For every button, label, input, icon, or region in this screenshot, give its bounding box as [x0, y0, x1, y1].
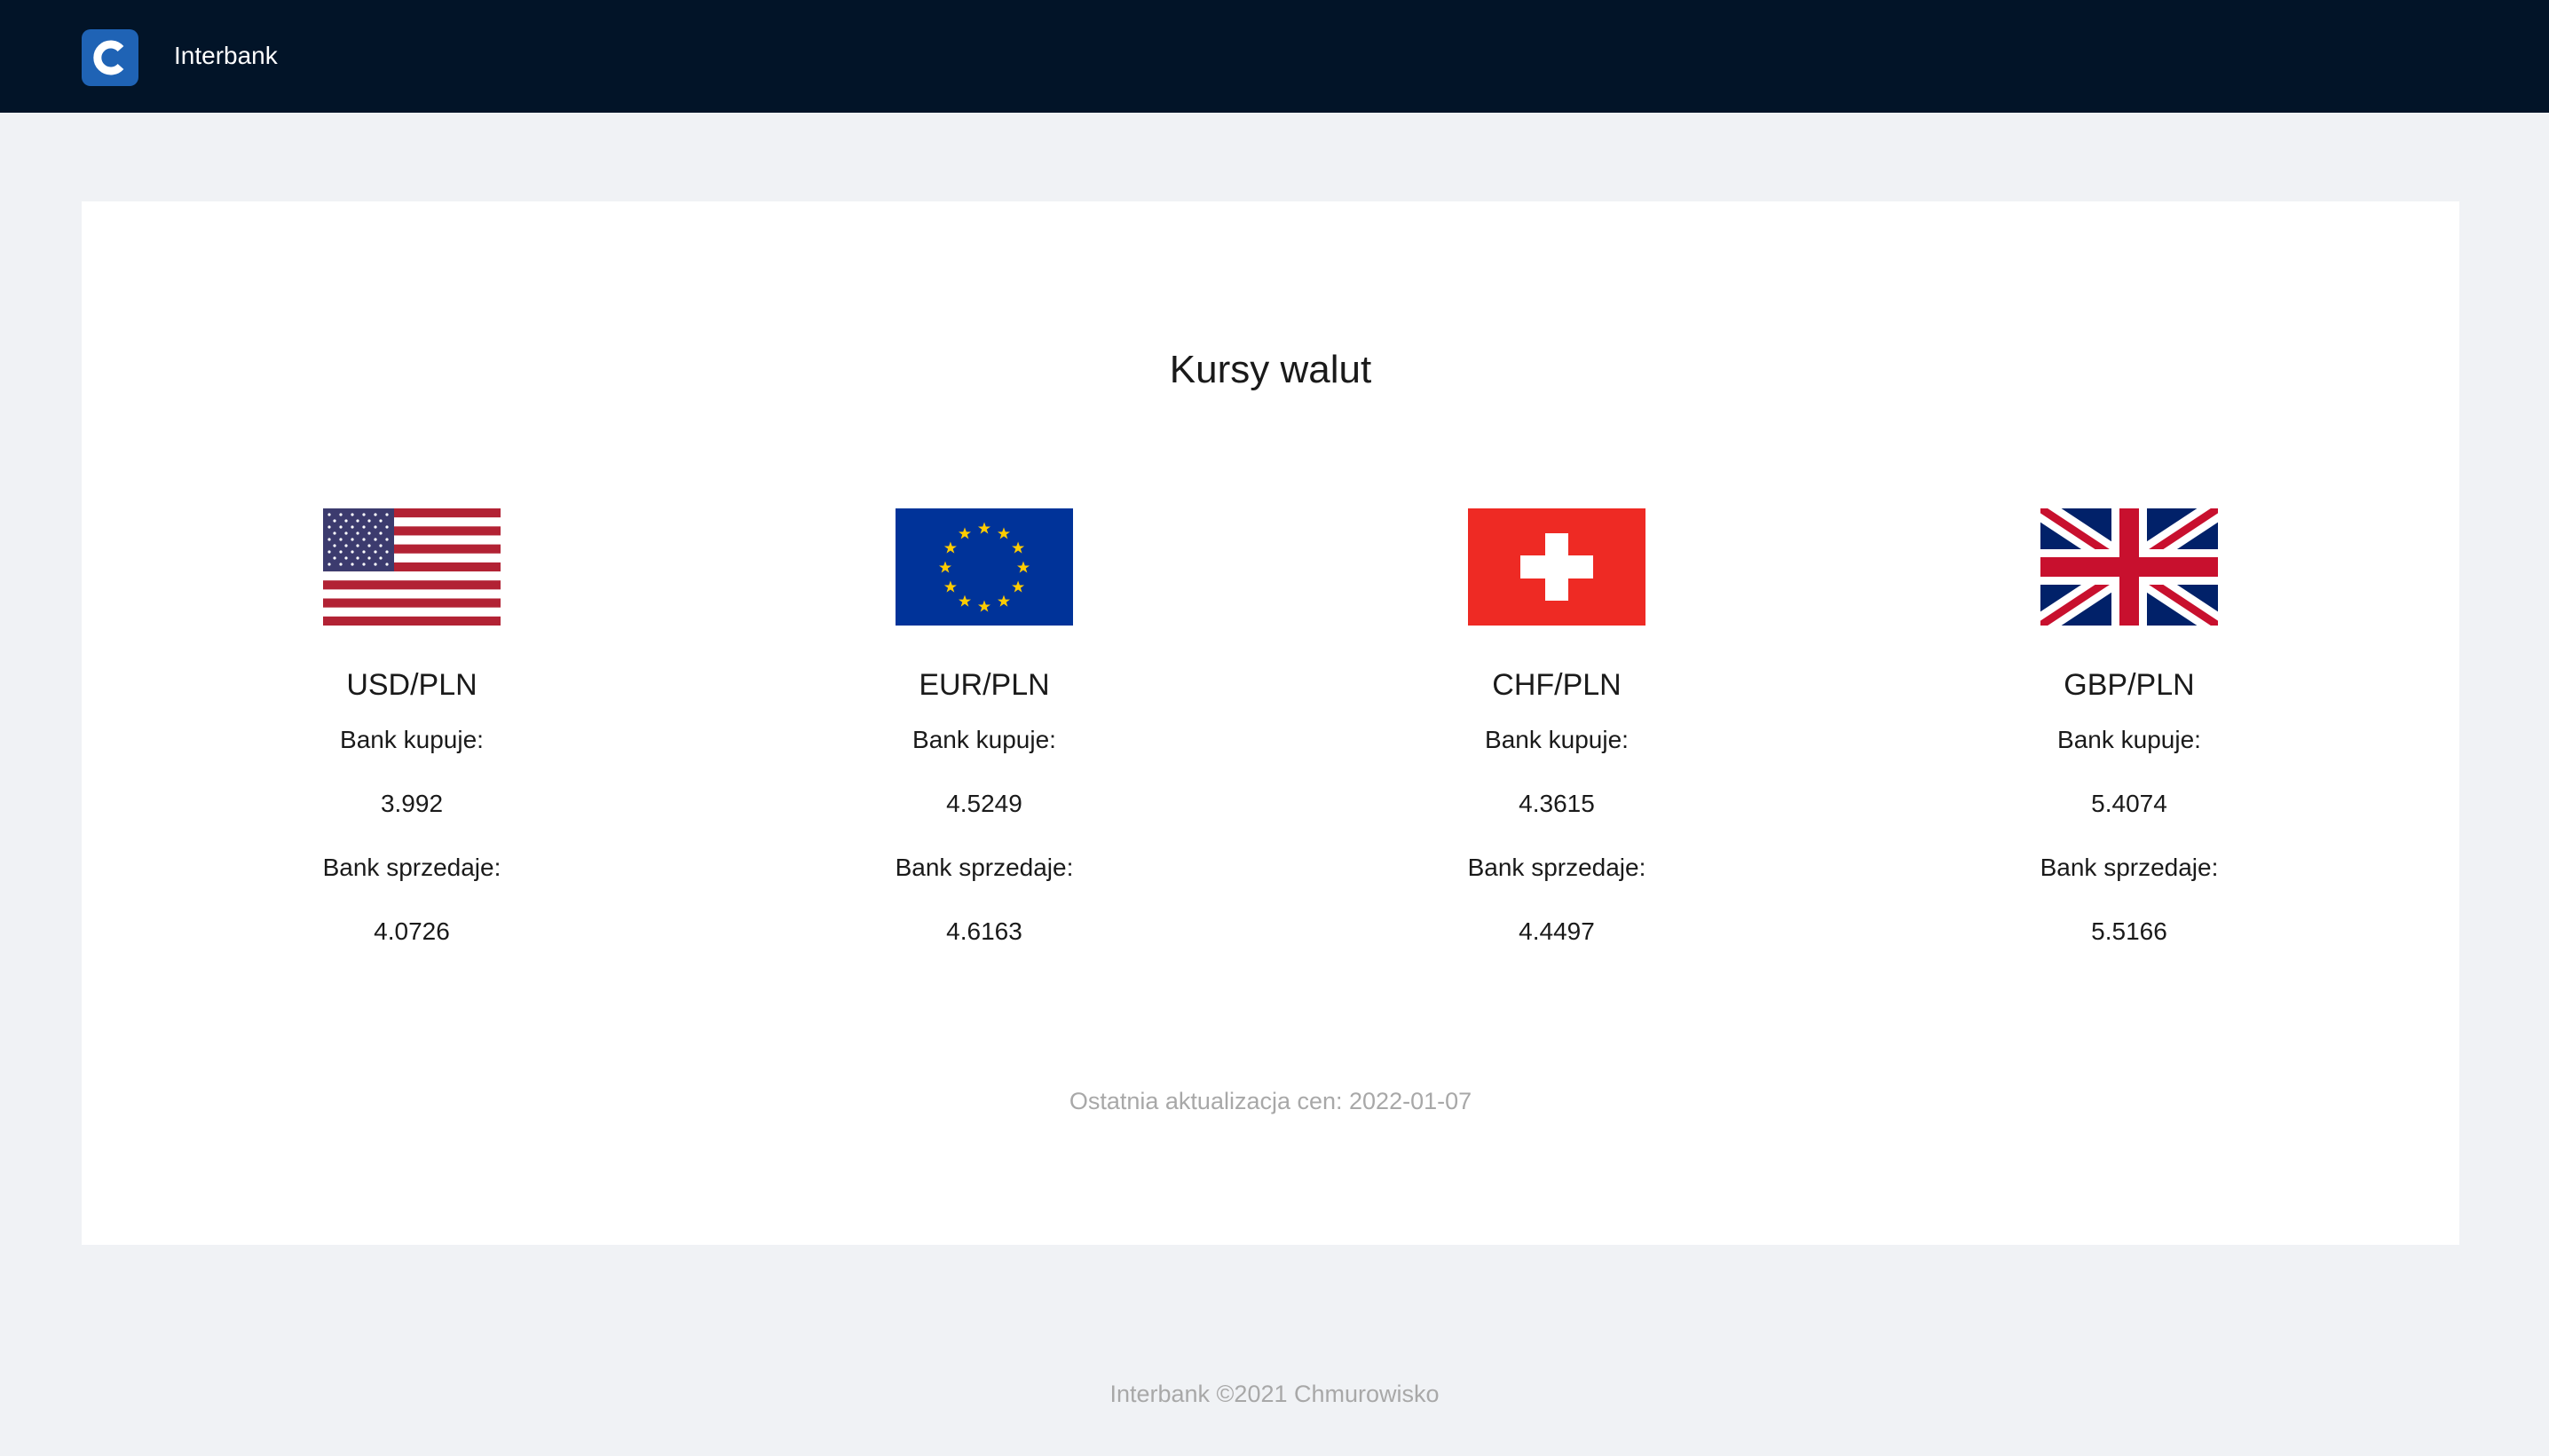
sell-value: 5.5166: [2091, 917, 2167, 945]
buy-value: 5.4074: [2091, 790, 2167, 817]
currency-usd: USD/PLN Bank kupuje: 3.992 Bank sprzedaj…: [234, 508, 589, 949]
sell-label: Bank sprzedaje:: [2040, 854, 2219, 881]
currency-gbp: GBP/PLN Bank kupuje: 5.4074 Bank sprzeda…: [1952, 508, 2307, 949]
buy-value: 4.5249: [946, 790, 1022, 817]
currency-pair-label: CHF/PLN: [1492, 668, 1622, 702]
sell-label: Bank sprzedaje:: [322, 854, 501, 881]
currency-chf: CHF/PLN Bank kupuje: 4.3615 Bank sprzeda…: [1379, 508, 1734, 949]
sell-label: Bank sprzedaje:: [895, 854, 1074, 881]
buy-value: 3.992: [380, 790, 444, 817]
last-update-text: Ostatnia aktualizacja cen: 2022-01-07: [1069, 1088, 1472, 1114]
us-flag-icon: [323, 508, 501, 626]
sell-value: 4.0726: [374, 917, 450, 945]
gb-flag-icon: [2040, 508, 2218, 626]
footer-text: Interbank ©2021 Chmurowisko: [1109, 1381, 1440, 1407]
ch-flag-icon: [1468, 508, 1645, 626]
buy-value: 4.3615: [1519, 790, 1595, 817]
currency-eur: EUR/PLN Bank kupuje: 4.5249 Bank sprzeda…: [807, 508, 1162, 949]
sell-value: 4.6163: [946, 917, 1022, 945]
page-title: Kursy walut: [1169, 348, 1372, 391]
rates-card: Kursy walut USD/PLN Bank kupuje: 3.992 B…: [82, 201, 2459, 1245]
buy-label: Bank kupuje:: [1485, 726, 1629, 753]
sell-label: Bank sprzedaje:: [1467, 854, 1646, 881]
buy-label: Bank kupuje:: [340, 726, 484, 753]
sell-value: 4.4497: [1519, 917, 1595, 945]
currency-pair-label: GBP/PLN: [2064, 668, 2195, 702]
app-title[interactable]: Interbank: [174, 38, 278, 74]
top-bar: Interbank: [0, 0, 2549, 113]
currency-pair-label: USD/PLN: [346, 668, 477, 702]
buy-label: Bank kupuje:: [2057, 726, 2201, 753]
app-logo-icon[interactable]: [82, 29, 138, 86]
eu-flag-icon: [896, 508, 1073, 626]
buy-label: Bank kupuje:: [912, 726, 1056, 753]
currency-pair-label: EUR/PLN: [919, 668, 1050, 702]
